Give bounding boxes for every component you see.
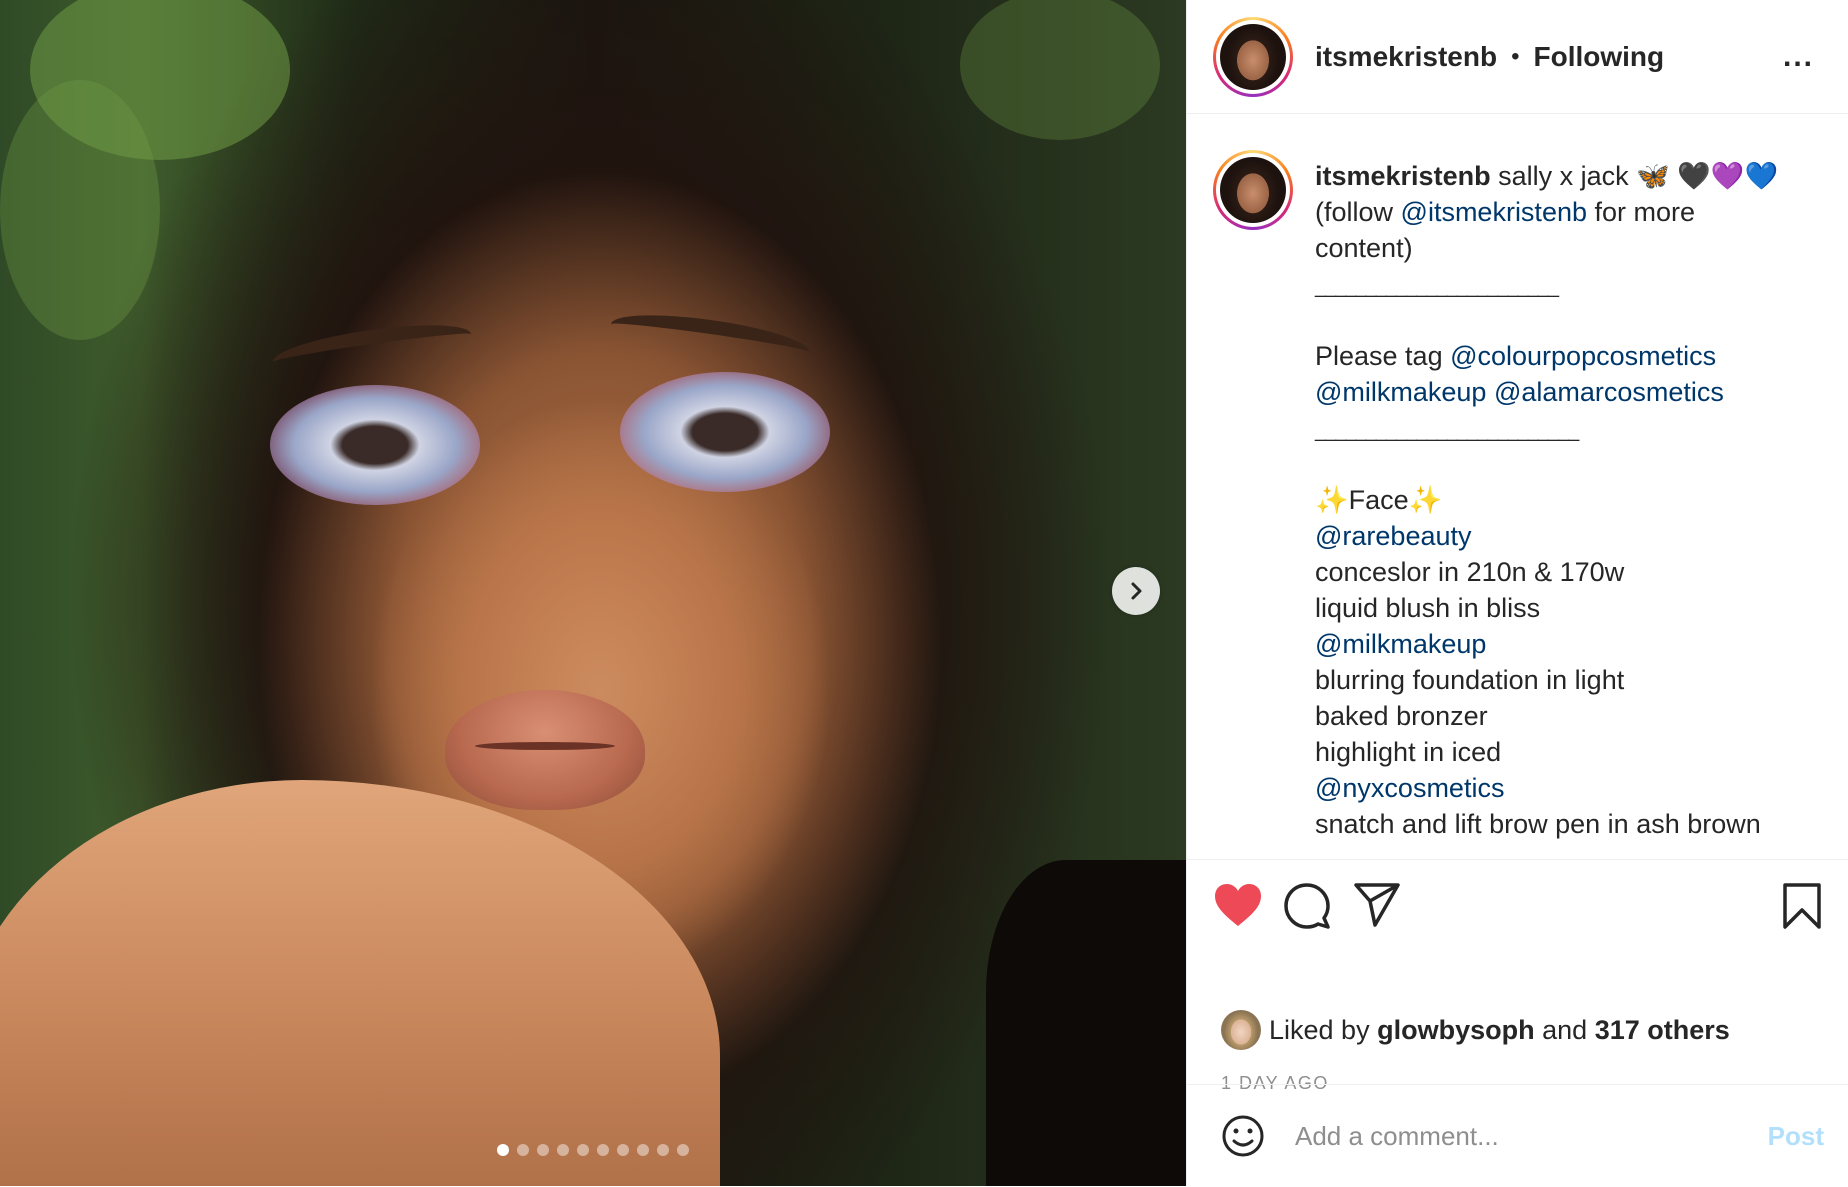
photo-lips	[445, 690, 645, 810]
liker-username[interactable]: glowbysoph	[1377, 1015, 1535, 1046]
likes-count[interactable]: 317 others	[1595, 1015, 1730, 1046]
carousel-dot	[637, 1144, 649, 1156]
post-header: itsmekristenb • Following ...	[1187, 0, 1848, 114]
carousel-dot	[577, 1144, 589, 1156]
foliage	[960, 0, 1160, 140]
caption-line: highlight in iced	[1315, 737, 1502, 767]
foliage	[0, 80, 160, 340]
author-avatar-image	[1220, 23, 1286, 90]
carousel-dot	[597, 1144, 609, 1156]
caption-line: liquid blush in bliss	[1315, 593, 1541, 623]
emoji-icon[interactable]	[1221, 1114, 1265, 1158]
carousel-dot	[677, 1144, 689, 1156]
photo-arm	[0, 780, 720, 1186]
author-username[interactable]: itsmekristenb	[1315, 41, 1497, 73]
caption-line: snatch and lift brow pen in ash brown	[1315, 809, 1761, 839]
caption-avatar[interactable]	[1213, 150, 1293, 230]
carousel-indicator	[0, 1144, 1186, 1156]
caption-line: blurring foundation in light	[1315, 665, 1625, 695]
more-icon[interactable]: ...	[1783, 40, 1814, 74]
caption-line: baked bronzer	[1315, 701, 1488, 731]
caption-divider: __________________________	[1315, 410, 1815, 446]
caption-divider: ________________________	[1315, 266, 1815, 302]
photo-brow	[270, 316, 474, 380]
likes-text: Liked by	[1269, 1014, 1370, 1045]
caption: itsmekristenb sally x jack 🦋 🖤💜💙 (follow…	[1187, 114, 1848, 842]
mention-link[interactable]: @itsmekristenb	[1401, 197, 1587, 227]
mention-link[interactable]: @alamarcosmetics	[1494, 377, 1724, 407]
liker-avatar[interactable]	[1221, 1010, 1261, 1050]
likes-summary: Liked by glowbysoph and 317 others	[1221, 1010, 1730, 1050]
carousel-dot	[557, 1144, 569, 1156]
post-comment-button[interactable]: Post	[1768, 1121, 1824, 1152]
caption-face-heading: ✨Face✨	[1315, 485, 1443, 515]
photo-brow	[608, 306, 812, 370]
mention-link[interactable]: @rarebeauty	[1315, 518, 1815, 554]
photo-shadow	[986, 860, 1186, 1186]
chevron-right-icon	[1131, 582, 1142, 600]
share-icon[interactable]	[1353, 882, 1401, 928]
carousel-dot	[617, 1144, 629, 1156]
instagram-post: itsmekristenb • Following ... itsmekrist…	[0, 0, 1848, 1186]
bookmark-icon[interactable]	[1782, 882, 1822, 930]
mention-link[interactable]: @milkmakeup	[1315, 377, 1486, 407]
mention-link[interactable]: @colourpopcosmetics	[1450, 341, 1716, 371]
caption-text: itsmekristenb sally x jack 🦋 🖤💜💙 (follow…	[1315, 158, 1815, 842]
carousel-dot	[657, 1144, 669, 1156]
caption-avatar-image	[1220, 157, 1286, 223]
caption-text-fragment: (follow	[1315, 197, 1401, 227]
photo-lips	[475, 742, 615, 750]
likes-text: and	[1542, 1014, 1588, 1045]
following-button[interactable]: Following	[1533, 41, 1664, 73]
caption-line: content)	[1315, 233, 1413, 263]
heart-icon[interactable]	[1213, 882, 1263, 928]
caption-text-fragment: Please tag	[1315, 341, 1451, 371]
carousel-dot	[537, 1144, 549, 1156]
separator-dot: •	[1511, 42, 1520, 70]
caption-title: sally x jack 🦋 🖤💜💙	[1498, 161, 1779, 191]
caption-scroll-area[interactable]: itsmekristenb sally x jack 🦋 🖤💜💙 (follow…	[1187, 114, 1848, 860]
photo-eye	[620, 372, 830, 492]
photo-eye	[270, 385, 480, 505]
comment-icon[interactable]	[1283, 882, 1331, 930]
mention-link[interactable]: @milkmakeup	[1315, 626, 1815, 662]
mention-link[interactable]: @nyxcosmetics	[1315, 770, 1815, 806]
caption-text-fragment: for more	[1587, 197, 1696, 227]
carousel-next-button[interactable]	[1112, 567, 1160, 615]
post-photo[interactable]	[0, 0, 1186, 1186]
caption-divider-text: __________________________	[1315, 420, 1579, 442]
post-actions: Liked by glowbysoph and 317 others 1 DAY…	[1187, 860, 1848, 1093]
author-avatar[interactable]	[1213, 16, 1293, 97]
comment-bar: Post	[1187, 1084, 1848, 1187]
carousel-dot	[517, 1144, 529, 1156]
post-sidebar: itsmekristenb • Following ... itsmekrist…	[1186, 0, 1848, 1186]
caption-username[interactable]: itsmekristenb	[1315, 161, 1491, 191]
comment-input[interactable]	[1293, 1119, 1737, 1153]
caption-line: conceslor in 210n & 170w	[1315, 557, 1625, 587]
carousel-dot	[497, 1144, 509, 1156]
caption-divider-text: ________________________	[1315, 276, 1559, 298]
